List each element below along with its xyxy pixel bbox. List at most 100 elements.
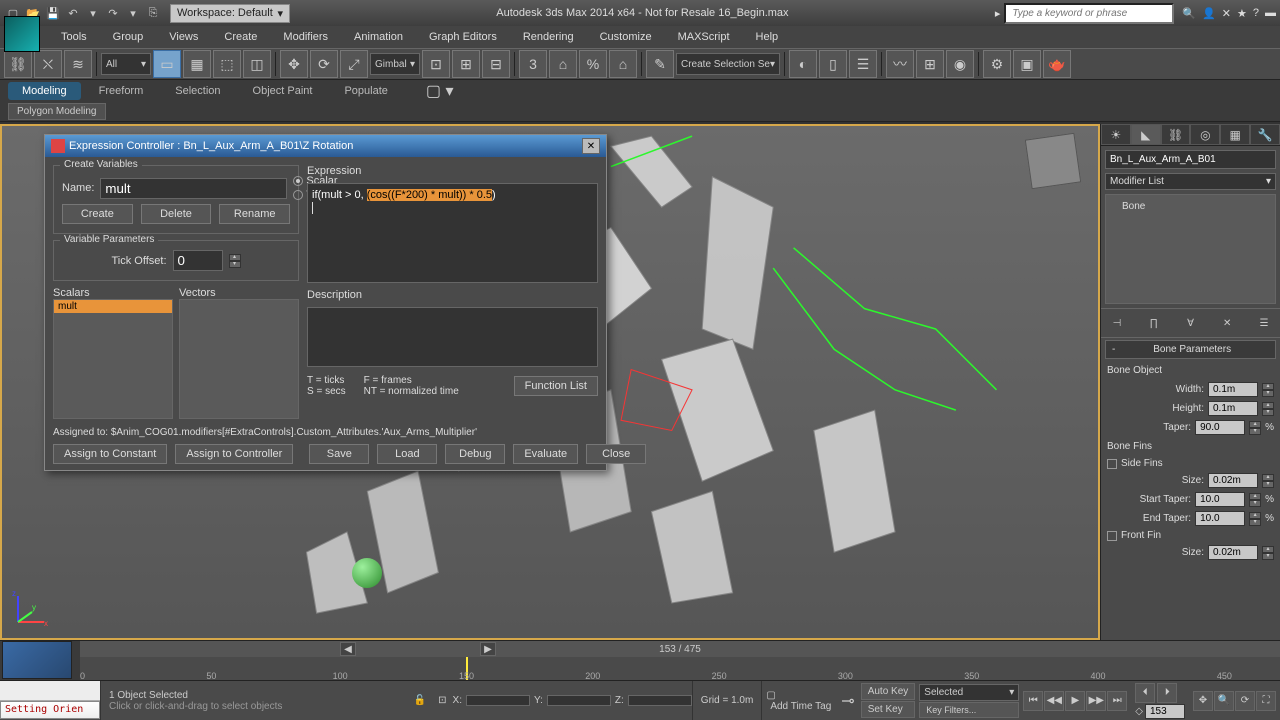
end-taper-spinner[interactable]: 10.0 bbox=[1195, 511, 1245, 526]
size-spinner-btns[interactable]: ▴▾ bbox=[1262, 474, 1274, 488]
link-tool-icon[interactable]: ⛓ bbox=[4, 50, 32, 78]
tick-offset-spinner-btns[interactable]: ▴▾ bbox=[229, 254, 241, 268]
et-spinner-btns[interactable]: ▴▾ bbox=[1249, 512, 1261, 526]
menu-customize[interactable]: Customize bbox=[588, 28, 664, 46]
cmd-tab-create[interactable]: ☀ bbox=[1101, 124, 1131, 145]
mirror-icon[interactable]: ◐ bbox=[789, 50, 817, 78]
time-ruler[interactable]: 050100150200250300350400450 bbox=[80, 657, 1280, 681]
current-frame-input[interactable]: 153 bbox=[1145, 704, 1185, 719]
keymode-icon[interactable]: ⊟ bbox=[482, 50, 510, 78]
schematic-icon[interactable]: ⊞ bbox=[916, 50, 944, 78]
goto-start-icon[interactable]: ⏮ bbox=[1023, 691, 1043, 711]
save-icon[interactable]: 💾 bbox=[44, 4, 62, 22]
z-coord-input[interactable] bbox=[628, 695, 692, 706]
menu-create[interactable]: Create bbox=[212, 28, 269, 46]
size2-spinner-btns[interactable]: ▴▾ bbox=[1262, 546, 1274, 560]
undo-icon[interactable]: ↶ bbox=[64, 4, 82, 22]
goto-end-icon[interactable]: ⏭ bbox=[1107, 691, 1127, 711]
cmd-tab-display[interactable]: ▦ bbox=[1220, 124, 1250, 145]
menu-group[interactable]: Group bbox=[101, 28, 156, 46]
material-icon[interactable]: ◉ bbox=[946, 50, 974, 78]
menu-animation[interactable]: Animation bbox=[342, 28, 415, 46]
orbit-icon[interactable]: ⟳ bbox=[1235, 691, 1255, 711]
setkey-button[interactable]: Set Key bbox=[861, 701, 916, 718]
move-tool-icon[interactable]: ✥ bbox=[280, 50, 308, 78]
addtimetag-icon[interactable]: ▢ bbox=[766, 690, 831, 701]
cmd-tab-hierarchy[interactable]: ⛓ bbox=[1161, 124, 1191, 145]
menu-views[interactable]: Views bbox=[157, 28, 210, 46]
ribbon-sub-polymodeling[interactable]: Polygon Modeling bbox=[8, 103, 106, 120]
x-coord-input[interactable] bbox=[466, 695, 530, 706]
rotate-tool-icon[interactable]: ⟳ bbox=[310, 50, 338, 78]
size2-spinner[interactable]: 0.02m bbox=[1208, 545, 1258, 560]
keyfilters-button[interactable]: Key Filters... bbox=[919, 702, 1019, 718]
angle-snap-icon[interactable]: ⌂ bbox=[549, 50, 577, 78]
expression-textarea[interactable]: if(mult > 0, (cos((F*200) * mult)) * 0.5… bbox=[307, 183, 598, 283]
taper-spinner-btns[interactable]: ▴▾ bbox=[1249, 421, 1261, 435]
ribbon-tab-populate[interactable]: Populate bbox=[330, 82, 401, 100]
menu-tools[interactable]: Tools bbox=[49, 28, 99, 46]
var-name-input[interactable] bbox=[100, 178, 287, 199]
tick-offset-input[interactable] bbox=[173, 250, 223, 271]
st-spinner-btns[interactable]: ▴▾ bbox=[1249, 493, 1261, 507]
isolate-icon[interactable]: ⊡ bbox=[438, 695, 446, 706]
redo-drop-icon[interactable]: ▾ bbox=[124, 4, 142, 22]
signin-icon[interactable]: 👤 bbox=[1202, 7, 1216, 20]
curve-editor-icon[interactable]: 〰 bbox=[886, 50, 914, 78]
menu-maxscript[interactable]: MAXScript bbox=[666, 28, 742, 46]
menu-grapheditors[interactable]: Graph Editors bbox=[417, 28, 509, 46]
maxview-icon[interactable]: ⛶ bbox=[1256, 691, 1276, 711]
pivot-icon[interactable]: ⊡ bbox=[422, 50, 450, 78]
menu-rendering[interactable]: Rendering bbox=[511, 28, 586, 46]
configure-icon[interactable]: ☰ bbox=[1252, 313, 1276, 333]
render-frame-icon[interactable]: ▣ bbox=[1013, 50, 1041, 78]
width-spinner-btns[interactable]: ▴▾ bbox=[1262, 383, 1274, 397]
load-button[interactable]: Load bbox=[377, 444, 437, 464]
help-icon[interactable]: ? bbox=[1253, 7, 1259, 20]
show-end-icon[interactable]: ∏ bbox=[1142, 313, 1166, 333]
play-icon[interactable]: ▶ bbox=[1065, 691, 1085, 711]
select-window-icon[interactable]: ◫ bbox=[243, 50, 271, 78]
size-spinner[interactable]: 0.02m bbox=[1208, 473, 1258, 488]
align-icon[interactable]: ▯ bbox=[819, 50, 847, 78]
dialog-titlebar[interactable]: Expression Controller : Bn_L_Aux_Arm_A_B… bbox=[45, 135, 606, 157]
height-spinner[interactable]: 0.1m bbox=[1208, 401, 1258, 416]
assign-controller-button[interactable]: Assign to Controller bbox=[175, 444, 293, 464]
taper-spinner[interactable]: 90.0 bbox=[1195, 420, 1245, 435]
selection-filter-combo[interactable]: All▾ bbox=[101, 53, 151, 75]
stack-item-bone[interactable]: Bone bbox=[1110, 199, 1271, 214]
front-fin-checkbox[interactable] bbox=[1107, 531, 1117, 541]
ref-coord-combo[interactable]: Gimbal▾ bbox=[370, 53, 420, 75]
select-region-icon[interactable]: ⬚ bbox=[213, 50, 241, 78]
help-search-input[interactable] bbox=[1004, 3, 1174, 24]
frame-spinner-icon[interactable]: ◇ bbox=[1135, 706, 1143, 717]
next-frame-icon[interactable]: ▶▶ bbox=[1086, 691, 1106, 711]
bind-tool-icon[interactable]: ≋ bbox=[64, 50, 92, 78]
ribbon-tab-modeling[interactable]: Modeling bbox=[8, 82, 81, 100]
menu-modifiers[interactable]: Modifiers bbox=[271, 28, 340, 46]
pan-icon[interactable]: ✥ bbox=[1193, 691, 1213, 711]
addtimetag-label[interactable]: Add Time Tag bbox=[770, 701, 831, 712]
workspace-selector[interactable]: Workspace: Default ▾ bbox=[170, 4, 290, 23]
edit-selset-icon[interactable]: ✎ bbox=[646, 50, 674, 78]
link-icon[interactable]: ⎘ bbox=[144, 4, 162, 22]
y-coord-input[interactable] bbox=[547, 695, 611, 706]
manipulate-icon[interactable]: ⊞ bbox=[452, 50, 480, 78]
delete-var-button[interactable]: Delete bbox=[141, 204, 212, 224]
lock-icon[interactable]: 🔓 bbox=[414, 695, 426, 706]
scalar-list-item-mult[interactable]: mult bbox=[54, 300, 172, 313]
autokey-button[interactable]: Auto Key bbox=[861, 683, 916, 700]
start-taper-spinner[interactable]: 10.0 bbox=[1195, 492, 1245, 507]
favorite-icon[interactable]: ★ bbox=[1237, 7, 1247, 20]
render-icon[interactable]: 🫖 bbox=[1043, 50, 1071, 78]
cmd-tab-utilities[interactable]: 🔧 bbox=[1250, 124, 1280, 145]
height-spinner-btns[interactable]: ▴▾ bbox=[1262, 402, 1274, 416]
time-nav-bar[interactable]: ◀ 153 / 475 ▶ bbox=[80, 641, 1280, 657]
evaluate-button[interactable]: Evaluate bbox=[513, 444, 578, 464]
named-selset-combo[interactable]: Create Selection Se▾ bbox=[676, 53, 780, 75]
scalars-listbox[interactable]: mult bbox=[53, 299, 173, 419]
modifier-stack[interactable]: Bone bbox=[1105, 194, 1276, 304]
prev-frame-icon[interactable]: ◀◀ bbox=[1044, 691, 1064, 711]
layers-icon[interactable]: ☰ bbox=[849, 50, 877, 78]
render-setup-icon[interactable]: ⚙ bbox=[983, 50, 1011, 78]
